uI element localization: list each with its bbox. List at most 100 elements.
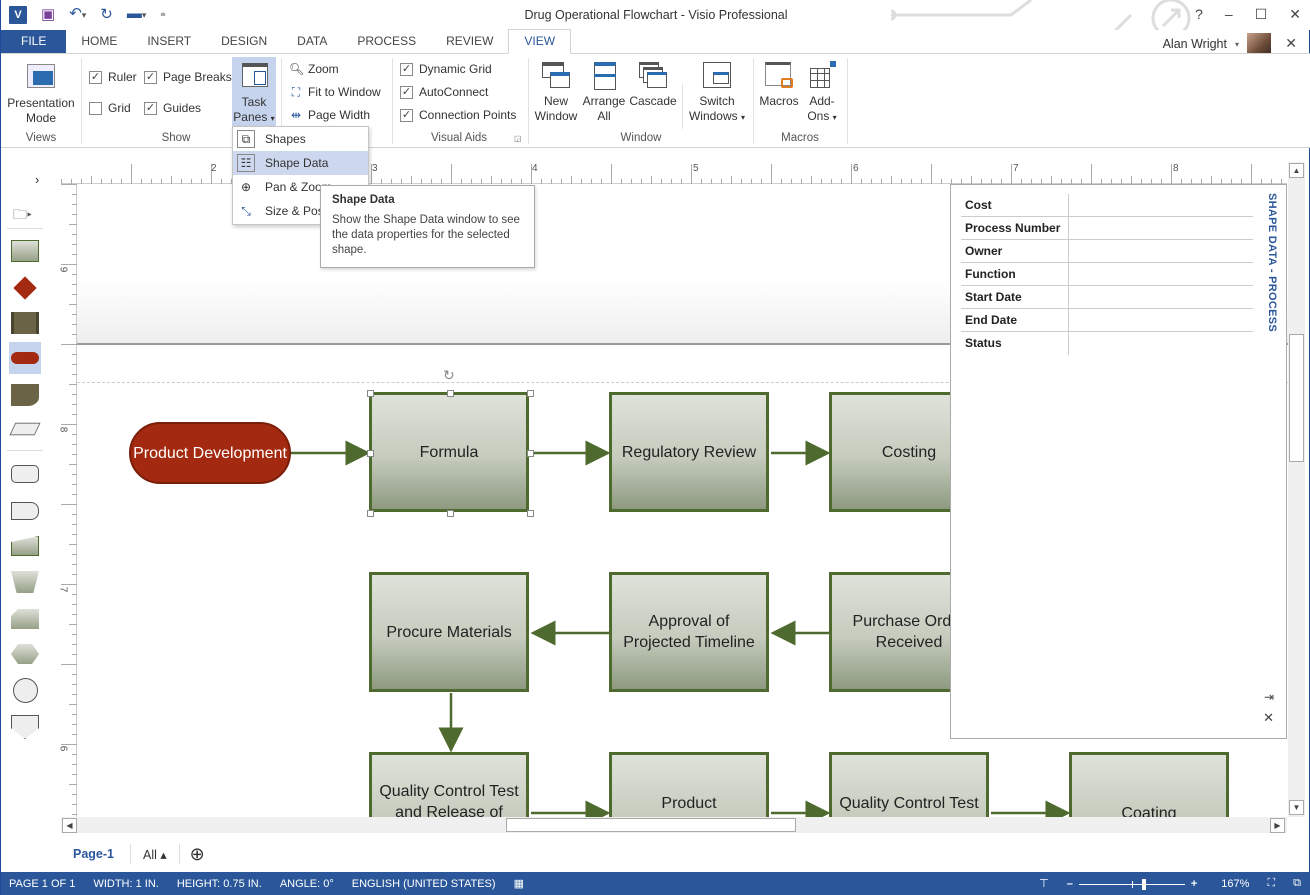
- external-data-shape[interactable]: [11, 502, 39, 520]
- page-width-button[interactable]: ⇹ Page Width: [289, 108, 370, 122]
- data-shape[interactable]: [9, 422, 41, 436]
- field-value[interactable]: [1069, 263, 1253, 285]
- menu-item-shapes[interactable]: ⧉ Shapes: [233, 127, 368, 151]
- expand-shapes-icon[interactable]: ›: [35, 172, 39, 187]
- field-value[interactable]: [1069, 332, 1253, 355]
- page-breaks-checkbox[interactable]: ✓ Page Breaks: [144, 70, 232, 84]
- new-window-button[interactable]: New Window: [532, 60, 580, 124]
- shape-data-row[interactable]: Owner: [961, 240, 1253, 263]
- field-value[interactable]: [1069, 240, 1253, 262]
- pin-icon[interactable]: ⇥: [1264, 690, 1274, 704]
- presentation-mode-icon[interactable]: ⊤: [1039, 877, 1049, 890]
- zoom-out-button[interactable]: –: [1067, 878, 1073, 890]
- scroll-down-icon[interactable]: ▼: [1289, 800, 1304, 815]
- zoom-slider[interactable]: [1078, 878, 1185, 890]
- field-value[interactable]: [1069, 286, 1253, 308]
- minimize-button[interactable]: –: [1225, 6, 1233, 23]
- field-value[interactable]: [1069, 194, 1253, 216]
- decision-shape[interactable]: [13, 276, 37, 300]
- shape-data-row[interactable]: Start Date: [961, 286, 1253, 309]
- manual-operation-shape[interactable]: [11, 571, 39, 593]
- stencils-folder-icon[interactable]: 🗀▸: [13, 204, 32, 228]
- process-procure-materials[interactable]: Procure Materials: [369, 572, 529, 692]
- user-account[interactable]: Alan Wright ▾: [1163, 33, 1271, 55]
- tab-process[interactable]: PROCESS: [342, 30, 431, 54]
- add-ons-button[interactable]: Add-Ons ▾: [802, 60, 842, 125]
- subprocess-shape[interactable]: [11, 312, 39, 334]
- guides-checkbox[interactable]: ✓ Guides: [144, 101, 201, 115]
- resize-handle[interactable]: [527, 390, 534, 397]
- ruler-checkbox[interactable]: ✓ Ruler: [89, 70, 137, 84]
- close-button[interactable]: ✕: [1289, 6, 1301, 23]
- macros-button[interactable]: Macros: [757, 60, 801, 109]
- process-quality-control-test[interactable]: Quality Control Test: [829, 752, 989, 817]
- start-end-shape[interactable]: [11, 352, 39, 364]
- vertical-scrollbar[interactable]: ▲ ▼: [1288, 162, 1305, 817]
- switch-windows-icon[interactable]: ⧉: [1293, 877, 1301, 890]
- zoom-slider-thumb[interactable]: [1142, 878, 1147, 890]
- vertical-scroll-thumb[interactable]: [1289, 334, 1304, 462]
- horizontal-scroll-thumb[interactable]: [506, 818, 796, 832]
- dynamic-grid-checkbox[interactable]: ✓ Dynamic Grid: [400, 62, 492, 76]
- close-panel-icon[interactable]: ✕: [1263, 710, 1274, 726]
- process-formula[interactable]: Formula: [369, 392, 529, 512]
- shape-data-row[interactable]: Process Number: [961, 217, 1253, 240]
- page-tab-page-1[interactable]: Page-1: [73, 847, 114, 861]
- add-page-icon[interactable]: ⊕: [190, 844, 205, 865]
- resize-handle[interactable]: [447, 390, 454, 397]
- resize-handle[interactable]: [367, 510, 374, 517]
- rotation-handle-icon[interactable]: ↻: [443, 367, 455, 384]
- document-shape[interactable]: [11, 384, 39, 406]
- horizontal-scrollbar[interactable]: ◀ ▶: [61, 817, 1287, 833]
- card-shape[interactable]: [11, 609, 39, 629]
- all-pages-button[interactable]: All ▴: [143, 847, 167, 862]
- resize-handle[interactable]: [367, 390, 374, 397]
- scroll-up-icon[interactable]: ▲: [1289, 163, 1304, 178]
- process-coating[interactable]: Coating: [1069, 752, 1229, 817]
- manual-input-shape[interactable]: [11, 536, 39, 556]
- terminator-product-development[interactable]: Product Development: [129, 422, 291, 484]
- close-document-icon[interactable]: ✕: [1285, 35, 1297, 52]
- tab-view[interactable]: VIEW: [508, 29, 572, 54]
- help-button[interactable]: ?: [1195, 6, 1203, 23]
- language-status[interactable]: ENGLISH (UNITED STATES): [352, 878, 496, 890]
- menu-item-shape-data[interactable]: ☷ Shape Data: [233, 151, 368, 175]
- macro-record-icon[interactable]: ▦: [514, 877, 524, 890]
- off-page-reference-shape[interactable]: [11, 715, 39, 739]
- process-approval-of-projected-timeline[interactable]: Approval of Projected Timeline: [609, 572, 769, 692]
- tab-file[interactable]: FILE: [1, 30, 67, 54]
- connection-points-checkbox[interactable]: ✓ Connection Points: [400, 108, 516, 122]
- field-value[interactable]: [1069, 217, 1253, 239]
- dialog-launcher-icon[interactable]: ◲: [514, 134, 522, 143]
- connector-shape[interactable]: [13, 678, 38, 703]
- shape-data-row[interactable]: Cost: [961, 194, 1253, 217]
- process-quality-control-test-release[interactable]: Quality Control Test and Release of: [369, 752, 529, 817]
- tab-home[interactable]: HOME: [66, 30, 132, 54]
- database-shape[interactable]: [11, 465, 39, 483]
- process-product[interactable]: Product: [609, 752, 769, 817]
- page-number-status[interactable]: PAGE 1 OF 1: [9, 878, 75, 890]
- task-panes-button[interactable]: Task Panes ▾: [232, 57, 276, 129]
- tab-data[interactable]: DATA: [282, 30, 342, 54]
- tab-review[interactable]: REVIEW: [431, 30, 508, 54]
- resize-handle[interactable]: [527, 450, 534, 457]
- maximize-button[interactable]: ☐: [1255, 6, 1268, 23]
- shape-data-row[interactable]: Function: [961, 263, 1253, 286]
- grid-checkbox[interactable]: Grid: [89, 101, 131, 115]
- fit-to-window-button[interactable]: ⛶ Fit to Window: [289, 85, 381, 99]
- arrange-all-button[interactable]: Arrange All: [581, 60, 627, 124]
- presentation-mode-button[interactable]: Presentation Mode: [6, 62, 76, 126]
- scroll-right-icon[interactable]: ▶: [1270, 818, 1285, 833]
- switch-windows-button[interactable]: Switch Windows ▾: [686, 60, 748, 125]
- shape-data-row[interactable]: Status: [961, 332, 1253, 355]
- field-value[interactable]: [1069, 309, 1253, 331]
- tab-insert[interactable]: INSERT: [132, 30, 206, 54]
- zoom-level[interactable]: 167%: [1221, 878, 1249, 890]
- cascade-button[interactable]: Cascade: [628, 60, 678, 109]
- tab-design[interactable]: DESIGN: [206, 30, 282, 54]
- preparation-shape[interactable]: [11, 644, 39, 664]
- resize-handle[interactable]: [367, 450, 374, 457]
- resize-handle[interactable]: [527, 510, 534, 517]
- process-shape[interactable]: [11, 240, 39, 262]
- process-regulatory-review[interactable]: Regulatory Review: [609, 392, 769, 512]
